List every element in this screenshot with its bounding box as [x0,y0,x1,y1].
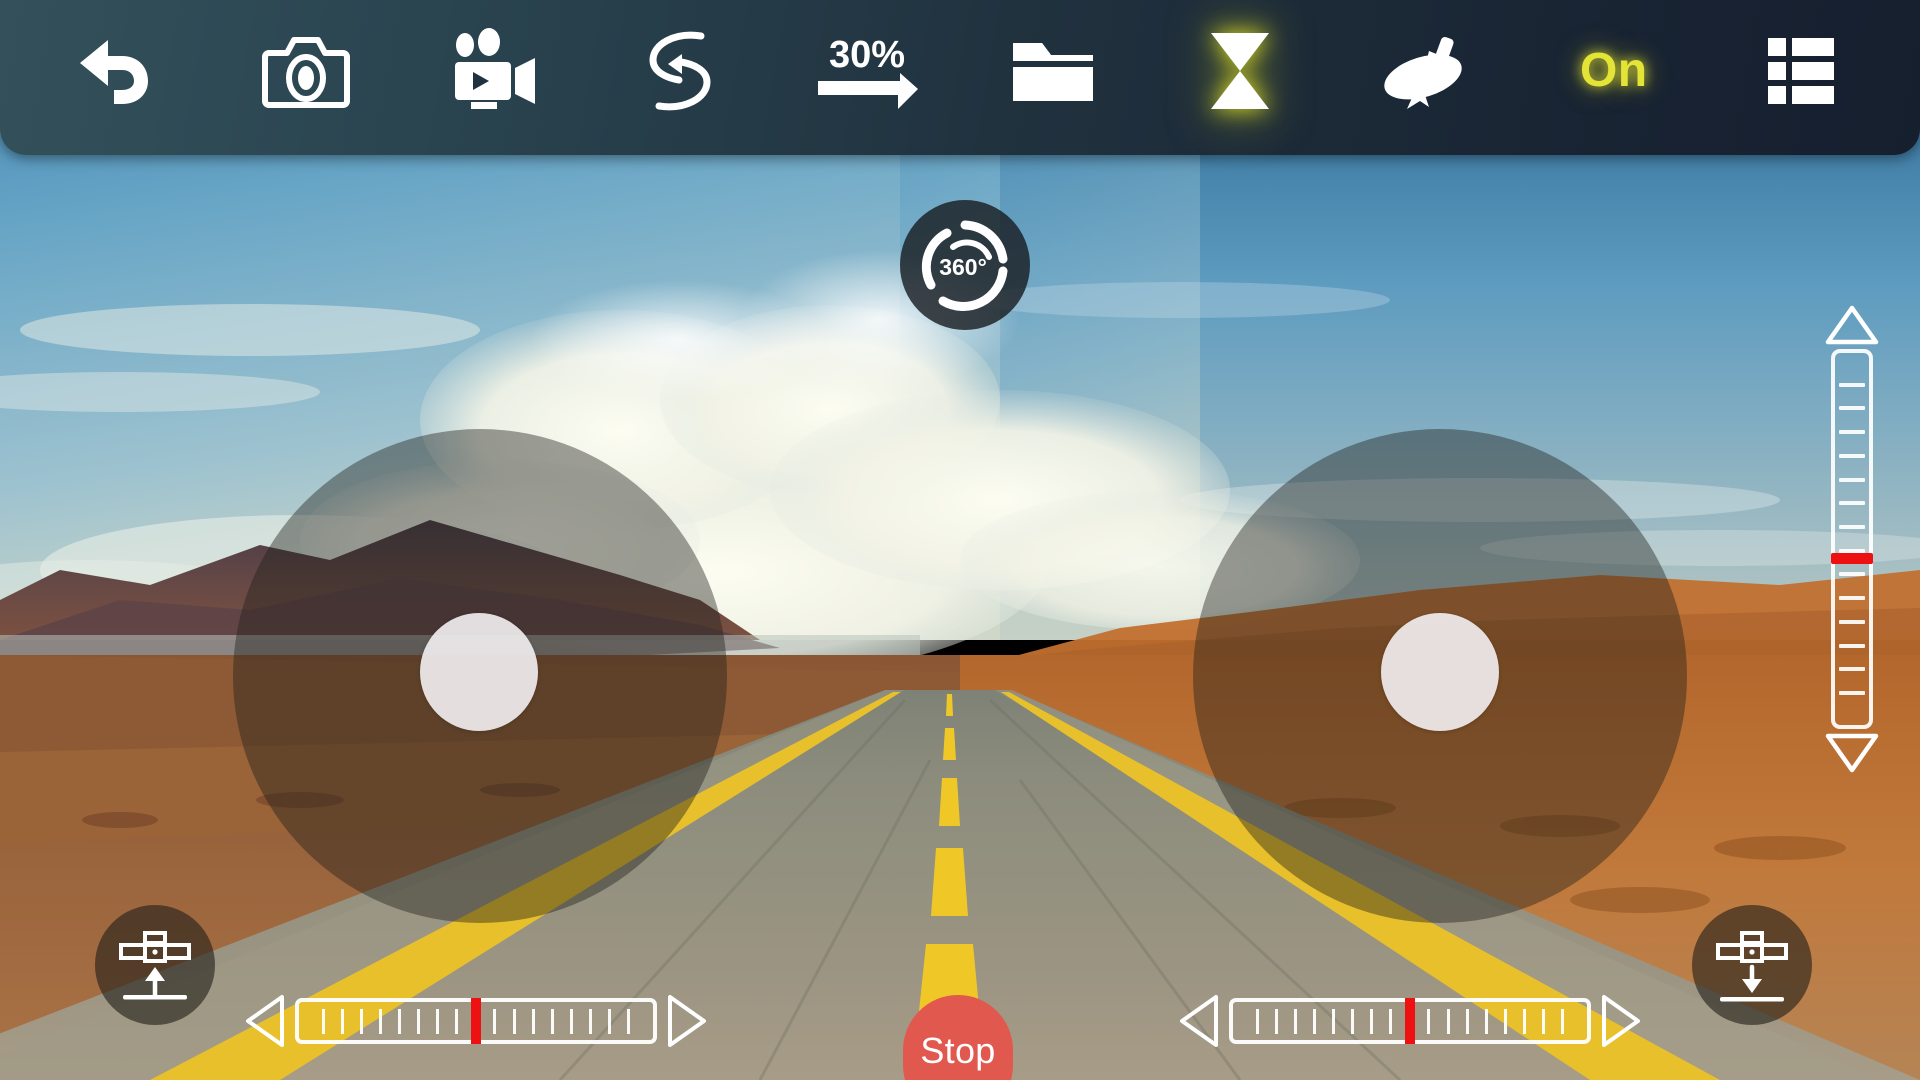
stop-button-label: Stop [920,1030,996,1071]
tick [531,1008,535,1034]
tick [1839,501,1865,506]
speed-value-text: 30% [829,34,905,76]
altitude-indicator [1831,553,1873,565]
button-360-flip[interactable]: 360° [900,200,1030,330]
tick [626,1008,630,1034]
takeoff-button[interactable] [95,905,215,1025]
right-trim-right-arrow[interactable] [1600,994,1642,1048]
tick [1332,1008,1336,1034]
tick [1370,1008,1374,1034]
altitude-track[interactable] [1831,349,1873,729]
tick [1313,1008,1317,1034]
tick [1351,1008,1355,1034]
left-trim-track[interactable] [295,998,657,1044]
tick [1465,1008,1469,1034]
tick [1839,430,1865,435]
tick [1256,1008,1260,1034]
left-trim-right-arrow[interactable] [666,994,708,1048]
button-360-label: 360° [939,254,987,280]
tick [1522,1008,1526,1034]
pitch-roll-knob[interactable] [1381,613,1499,731]
right-trim-left-arrow[interactable] [1178,994,1220,1048]
left-trim-indicator [471,998,482,1044]
tick [569,1008,573,1034]
right-trim-track[interactable] [1229,998,1591,1044]
tick [1389,1008,1393,1034]
tick [341,1008,345,1034]
tick [607,1008,611,1034]
tick [1446,1008,1450,1034]
tick [398,1008,402,1034]
altitude-up-arrow[interactable] [1825,305,1879,345]
tick [1839,548,1865,553]
tick [1839,572,1865,577]
tick [1503,1008,1507,1034]
left-trim-slider[interactable] [244,994,708,1048]
camera-icon[interactable] [246,15,366,127]
tick [1839,643,1865,648]
drone-takeoff-icon [119,931,191,1000]
left-trim-left-arrow[interactable] [244,994,286,1048]
hourglass-icon[interactable] [1180,15,1300,127]
tick [1427,1008,1431,1034]
tick [1839,453,1865,458]
tick [493,1008,497,1034]
tick [1839,382,1865,387]
right-trim-indicator [1405,998,1416,1044]
altitude-slider[interactable] [1808,305,1896,773]
drone-controller-app: 30% On 360° Stop [0,0,1920,1080]
tick [1839,406,1865,411]
tick [1560,1008,1564,1034]
tick [588,1008,592,1034]
tick [1839,667,1865,672]
tick [1839,619,1865,624]
land-button[interactable] [1692,905,1812,1025]
tick [417,1008,421,1034]
top-toolbar: 30% On [0,0,1920,155]
tick [1839,525,1865,530]
gyroscope-icon[interactable] [1367,15,1487,127]
back-icon[interactable] [59,15,179,127]
tick [1839,596,1865,601]
tick [1839,477,1865,482]
tick [1275,1008,1279,1034]
altitude-down-arrow[interactable] [1825,733,1879,773]
tick [379,1008,383,1034]
tick [512,1008,516,1034]
tick [1294,1008,1298,1034]
tick [322,1008,326,1034]
tick [436,1008,440,1034]
speed-icon[interactable]: 30% [807,15,927,127]
tick [1541,1008,1545,1034]
tick [550,1008,554,1034]
tick [1484,1008,1488,1034]
video-camera-icon[interactable] [433,15,553,127]
right-trim-slider[interactable] [1178,994,1642,1048]
headless-toggle-label: On [1579,44,1648,97]
throttle-yaw-knob[interactable] [420,613,538,731]
headless-toggle[interactable]: On [1554,15,1674,127]
tick [455,1008,459,1034]
flip-icon[interactable] [620,15,740,127]
menu-grid-icon[interactable] [1741,15,1861,127]
drone-land-icon [1716,931,1788,1002]
folder-icon[interactable] [993,15,1113,127]
tick [360,1008,364,1034]
tick [1839,691,1865,696]
